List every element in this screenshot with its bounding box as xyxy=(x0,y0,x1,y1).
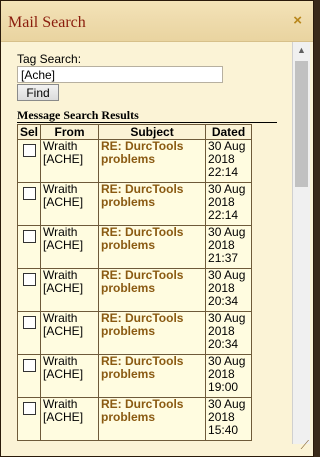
content-area: Tag Search: Find Message Search Results … xyxy=(1,42,291,444)
dated-cell: 30 Aug 2018 20:34 xyxy=(205,268,253,312)
table-header-row: Sel From Subject Dated xyxy=(16,124,253,140)
title-bar[interactable]: Mail Search × xyxy=(1,1,313,42)
subject-cell: RE: DurcTools problems xyxy=(98,182,207,226)
scroll-up-icon[interactable]: ▲ xyxy=(293,42,310,59)
dated-cell: 30 Aug 2018 20:34 xyxy=(205,311,253,355)
subject-link[interactable]: RE: DurcTools problems xyxy=(101,397,183,424)
sel-cell xyxy=(16,139,42,183)
table-row: Wraith [ACHE] RE: DurcTools problems 30 … xyxy=(16,268,253,312)
close-icon[interactable]: × xyxy=(293,13,302,28)
subject-link[interactable]: RE: DurcTools problems xyxy=(101,225,183,252)
subject-cell: RE: DurcTools problems xyxy=(98,311,207,355)
subject-link[interactable]: RE: DurcTools problems xyxy=(101,354,183,381)
from-cell: Wraith [ACHE] xyxy=(40,225,100,269)
tag-search-input[interactable] xyxy=(17,66,223,83)
find-button[interactable]: Find xyxy=(17,84,59,101)
select-checkbox[interactable] xyxy=(23,144,36,157)
resize-handle-icon[interactable]: ⟋ xyxy=(301,438,309,453)
table-row: Wraith [ACHE] RE: DurcTools problems 30 … xyxy=(16,311,253,355)
table-row: Wraith [ACHE] RE: DurcTools problems 30 … xyxy=(16,139,253,183)
results-divider xyxy=(17,122,277,123)
select-checkbox[interactable] xyxy=(23,273,36,286)
dated-cell: 30 Aug 2018 22:14 xyxy=(205,182,253,226)
subject-link[interactable]: RE: DurcTools problems xyxy=(101,268,183,295)
vertical-scrollbar[interactable]: ▲ xyxy=(292,42,310,444)
table-row: Wraith [ACHE] RE: DurcTools problems 30 … xyxy=(16,182,253,226)
dated-cell: 30 Aug 2018 19:00 xyxy=(205,354,253,398)
sel-cell xyxy=(16,311,42,355)
select-checkbox[interactable] xyxy=(23,230,36,243)
column-header-from: From xyxy=(40,124,100,140)
subject-link[interactable]: RE: DurcTools problems xyxy=(101,182,183,209)
from-cell: Wraith [ACHE] xyxy=(40,182,100,226)
subject-cell: RE: DurcTools problems xyxy=(98,139,207,183)
column-header-subject: Subject xyxy=(98,124,207,140)
window-title: Mail Search xyxy=(8,14,86,31)
column-header-dated: Dated xyxy=(205,124,253,140)
from-cell: Wraith [ACHE] xyxy=(40,311,100,355)
from-cell: Wraith [ACHE] xyxy=(40,139,100,183)
sel-cell xyxy=(16,268,42,312)
subject-cell: RE: DurcTools problems xyxy=(98,354,207,398)
scroll-thumb[interactable] xyxy=(295,61,308,187)
sel-cell xyxy=(16,182,42,226)
select-checkbox[interactable] xyxy=(23,402,36,415)
sel-cell xyxy=(16,225,42,269)
table-row: Wraith [ACHE] RE: DurcTools problems 30 … xyxy=(16,225,253,269)
mail-search-window: Mail Search × Tag Search: Find Message S… xyxy=(0,0,314,457)
results-table: Sel From Subject Dated Wraith [ACHE] RE:… xyxy=(16,124,253,441)
subject-cell: RE: DurcTools problems xyxy=(98,397,207,441)
tag-search-label: Tag Search: xyxy=(17,52,82,66)
dated-cell: 30 Aug 2018 21:37 xyxy=(205,225,253,269)
table-row: Wraith [ACHE] RE: DurcTools problems 30 … xyxy=(16,354,253,398)
from-cell: Wraith [ACHE] xyxy=(40,354,100,398)
dated-cell: 30 Aug 2018 22:14 xyxy=(205,139,253,183)
subject-cell: RE: DurcTools problems xyxy=(98,225,207,269)
subject-cell: RE: DurcTools problems xyxy=(98,268,207,312)
sel-cell xyxy=(16,354,42,398)
results-heading: Message Search Results xyxy=(17,108,139,122)
select-checkbox[interactable] xyxy=(23,316,36,329)
column-header-sel: Sel xyxy=(16,124,42,140)
from-cell: Wraith [ACHE] xyxy=(40,268,100,312)
sel-cell xyxy=(16,397,42,441)
subject-link[interactable]: RE: DurcTools problems xyxy=(101,311,183,338)
subject-link[interactable]: RE: DurcTools problems xyxy=(101,139,183,166)
from-cell: Wraith [ACHE] xyxy=(40,397,100,441)
dated-cell: 30 Aug 2018 15:40 xyxy=(205,397,253,441)
select-checkbox[interactable] xyxy=(23,187,36,200)
table-row: Wraith [ACHE] RE: DurcTools problems 30 … xyxy=(16,397,253,441)
select-checkbox[interactable] xyxy=(23,359,36,372)
